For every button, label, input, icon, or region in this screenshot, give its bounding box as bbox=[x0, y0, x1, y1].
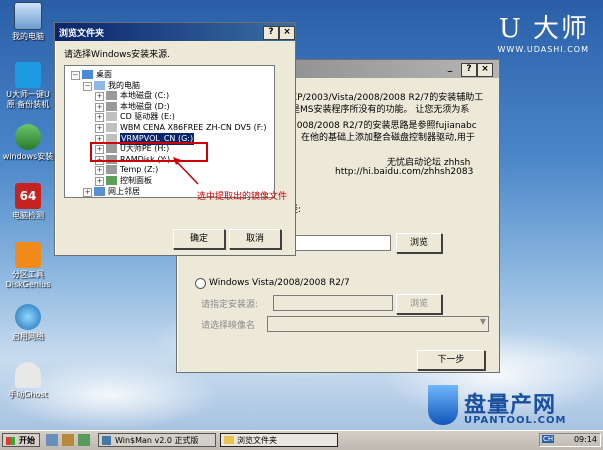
cd-drive-icon bbox=[106, 123, 117, 132]
drive-icon bbox=[106, 91, 117, 101]
intro-text-line: 在他的基础上添加整合磁盘控制器驱动,用于 bbox=[301, 133, 475, 143]
recycle-icon bbox=[15, 124, 41, 150]
help-button[interactable]: ? bbox=[263, 26, 279, 40]
source-path-field[interactable] bbox=[289, 235, 391, 251]
task-label: Win$Man v2.0 正式版 bbox=[115, 436, 199, 445]
browse-dialog-titlebar: 浏览文件夹 bbox=[55, 23, 295, 41]
udashi-url: WWW.UDASHI.COM bbox=[497, 45, 589, 54]
radio-vista[interactable] bbox=[195, 278, 206, 289]
computer-icon bbox=[14, 2, 42, 30]
task-label: 浏览文件夹 bbox=[237, 436, 277, 445]
browse-prompt: 请选择Windows安装来源. bbox=[64, 50, 171, 60]
setup-path-field[interactable] bbox=[273, 295, 393, 311]
browse-folder-dialog: 浏览文件夹 ? × 请选择Windows安装来源. − 桌面 − 我的电脑 + 本地磁盘 … bbox=[54, 22, 296, 256]
image-name-label: 请选择映像名 bbox=[201, 321, 256, 331]
upantool-url: UPANTOOL.COM bbox=[464, 415, 567, 426]
desktop-icon-diskgenius[interactable]: 分区工具 DiskGenius bbox=[2, 242, 54, 290]
udashi-logo-text: U 大师 bbox=[498, 14, 589, 44]
desktop-icon-label: windows安装 bbox=[2, 152, 54, 161]
annotation-arrow bbox=[173, 157, 199, 185]
annotation-text: 选中提取出的镜像文件 bbox=[197, 192, 288, 202]
app-icon bbox=[102, 436, 111, 445]
task-winsman[interactable]: Win$Man v2.0 正式版 bbox=[98, 433, 216, 447]
quicklaunch-icon[interactable] bbox=[46, 434, 58, 446]
help-button[interactable]: ? bbox=[461, 63, 477, 77]
ok-button[interactable]: 确定 bbox=[173, 229, 225, 249]
cancel-button[interactable]: 取消 bbox=[229, 229, 281, 249]
desktop-icon-label: 我的电脑 bbox=[12, 32, 44, 41]
desktop-icon-label: 分区工具 DiskGenius bbox=[5, 270, 51, 289]
chevron-down-icon: ▼ bbox=[479, 317, 486, 326]
network-icon bbox=[15, 304, 41, 330]
quicklaunch-icon[interactable] bbox=[62, 434, 74, 446]
quicklaunch-icon[interactable] bbox=[78, 434, 90, 446]
desktop-folder-icon bbox=[82, 70, 93, 79]
drive-icon bbox=[106, 101, 117, 111]
task-browse-folder[interactable]: 浏览文件夹 bbox=[220, 433, 338, 447]
browse-button-1[interactable]: 浏览 bbox=[396, 233, 442, 253]
desktop-icon-hardware-test[interactable]: 64 电脑检测 bbox=[2, 183, 54, 221]
desktop-icon-label: 电脑检测 bbox=[12, 211, 44, 220]
image-name-select[interactable]: ▼ bbox=[267, 316, 489, 332]
desktop-icon-network[interactable]: 启用网络 bbox=[2, 304, 54, 342]
close-button[interactable]: × bbox=[279, 26, 295, 40]
start-label: 开始 bbox=[19, 436, 35, 445]
desktop-icon-windows-install[interactable]: windows安装 bbox=[2, 124, 54, 162]
next-button[interactable]: 下一步 bbox=[417, 350, 485, 370]
close-button[interactable]: × bbox=[477, 63, 493, 77]
browse-button-2[interactable]: 浏览 bbox=[396, 294, 442, 314]
intro-text-line: 是MS安装程序所没有的功能。 让您无须为系 bbox=[291, 105, 470, 115]
desktop-icon-my-computer[interactable]: 我的电脑 bbox=[2, 2, 54, 42]
start-button[interactable]: 开始 bbox=[2, 433, 40, 447]
bird-icon bbox=[15, 62, 41, 88]
setup-path-label: 请指定安装源: bbox=[201, 300, 259, 310]
u-logo-icon bbox=[428, 385, 458, 425]
desktop-icon-udashi-backup[interactable]: U大师一键U 原·备份装机 bbox=[2, 62, 54, 110]
drive-icon bbox=[106, 165, 117, 175]
udashi-logo: U 大师 WWW.UDASHI.COM bbox=[498, 8, 589, 54]
radio-vista-label: Windows Vista/2008/2008 R2/7 bbox=[209, 278, 350, 288]
control-panel-icon bbox=[106, 176, 117, 185]
upantool-logo: 盘量产网 UPANTOOL.COM bbox=[428, 385, 600, 429]
computer-icon bbox=[94, 80, 105, 90]
taskbar: 开始 Win$Man v2.0 正式版 浏览文件夹 CH 09:14 bbox=[0, 430, 603, 450]
desktop-icon-label: U大师一键U 原·备份装机 bbox=[6, 90, 50, 109]
diagnostic-64-icon: 64 bbox=[15, 183, 41, 209]
windows-logo-icon bbox=[6, 437, 15, 445]
folder-icon bbox=[224, 436, 234, 444]
expand-icon[interactable]: + bbox=[83, 187, 92, 197]
minimize-button[interactable]: _ bbox=[443, 63, 457, 75]
cd-drive-icon bbox=[106, 112, 117, 122]
desktop-icon-ghost[interactable]: 手动Ghost bbox=[2, 362, 54, 400]
tree-node-label: 网上邻居 bbox=[108, 186, 140, 196]
input-language-indicator[interactable]: CH bbox=[542, 435, 555, 443]
author-link[interactable]: http://hi.baidu.com/zhhsh2083 bbox=[335, 167, 473, 177]
desktop-icon-label: 启用网络 bbox=[12, 332, 44, 341]
ghost-icon bbox=[15, 362, 41, 388]
network-icon bbox=[94, 186, 105, 196]
diskgenius-icon bbox=[15, 242, 41, 268]
system-tray: CH 09:14 bbox=[539, 433, 601, 447]
browse-dialog-title: 浏览文件夹 bbox=[59, 28, 105, 39]
clock: 09:14 bbox=[573, 435, 597, 444]
desktop-icon-label: 手动Ghost bbox=[8, 390, 48, 399]
